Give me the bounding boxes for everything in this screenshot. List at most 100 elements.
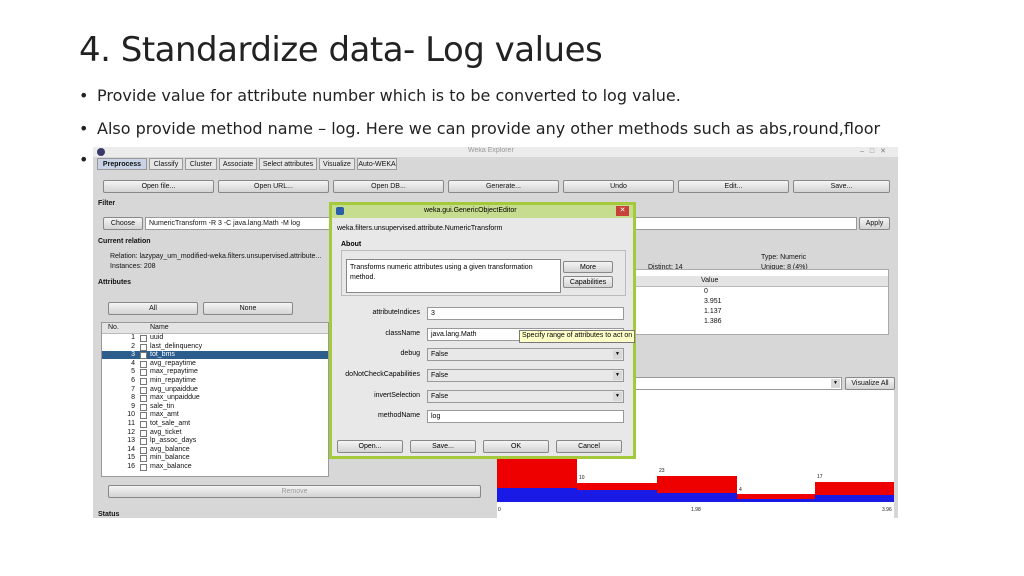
attribute-row[interactable]: 3 tot_bms xyxy=(102,351,328,360)
tab-associate[interactable]: Associate xyxy=(219,158,257,170)
attribute-row[interactable]: 5 max_repaytime xyxy=(102,368,328,377)
attribute-checkbox[interactable] xyxy=(140,412,147,420)
attribute-row[interactable]: 15 min_balance xyxy=(102,454,328,463)
about-label: About xyxy=(341,241,362,248)
dialog-save-button[interactable]: Save... xyxy=(410,440,476,453)
attribute-list[interactable]: No. Name 1 uuid 2 last_delinquency 3 tot_bms 4… xyxy=(101,322,329,477)
attribute-checkbox[interactable] xyxy=(140,395,147,403)
select-none-button[interactable]: None xyxy=(203,302,293,315)
attribute-checkbox[interactable] xyxy=(140,429,147,437)
generate-button[interactable]: Generate... xyxy=(448,180,559,193)
undo-button[interactable]: Undo xyxy=(563,180,674,193)
attribute-checkbox[interactable] xyxy=(140,352,147,360)
attribute-name: max_repaytime xyxy=(150,368,198,376)
apply-button[interactable]: Apply xyxy=(859,217,890,230)
tab-auto-weka[interactable]: Auto-WEKA xyxy=(357,158,397,170)
bullet-1: • Provide value for attribute number whic… xyxy=(79,86,681,105)
attribute-checkbox[interactable] xyxy=(140,446,147,454)
attribute-row[interactable]: 10 max_amt xyxy=(102,411,328,420)
tab-visualize[interactable]: Visualize xyxy=(319,158,355,170)
dialog-open-button[interactable]: Open... xyxy=(337,440,403,453)
status-label: Status xyxy=(98,511,120,518)
property-input[interactable]: 3 xyxy=(427,307,624,320)
property-dropdown[interactable]: False xyxy=(427,369,624,382)
capabilities-button[interactable]: Capabilities xyxy=(563,276,613,288)
attribute-checkbox[interactable] xyxy=(140,403,147,411)
attribute-name: last_delinquency xyxy=(150,342,203,350)
tab-select-attributes[interactable]: Select attributes xyxy=(259,158,317,170)
x-tick-label: 1.98 xyxy=(691,507,701,513)
attribute-checkbox[interactable] xyxy=(140,438,147,446)
attribute-checkbox[interactable] xyxy=(140,421,147,428)
save-button[interactable]: Save... xyxy=(793,180,890,193)
attribute-name: lp_assoc_days xyxy=(150,437,197,445)
open-db-button[interactable]: Open DB... xyxy=(333,180,444,193)
tab-preprocess[interactable]: Preprocess xyxy=(97,158,147,170)
attribute-number: 12 xyxy=(127,428,135,436)
property-label: invertSelection xyxy=(374,392,420,399)
remove-button[interactable]: Remove xyxy=(108,485,481,498)
select-all-button[interactable]: All xyxy=(108,302,198,315)
attribute-number: 8 xyxy=(131,394,135,402)
more-button[interactable]: More xyxy=(563,261,613,273)
attribute-number: 2 xyxy=(131,342,135,350)
open-file-button[interactable]: Open file... xyxy=(103,180,214,193)
attribute-row[interactable]: 4 avg_repaytime xyxy=(102,360,328,368)
attribute-row[interactable]: 7 avg_unpaiddue xyxy=(102,386,328,394)
choose-filter-button[interactable]: Choose xyxy=(103,217,143,230)
attribute-row[interactable]: 9 sale_tin xyxy=(102,403,328,411)
slide-title: 4. Standardize data- Log values xyxy=(79,30,603,70)
attribute-row[interactable]: 2 last_delinquency xyxy=(102,343,328,351)
tab-cluster[interactable]: Cluster xyxy=(185,158,217,170)
attribute-row[interactable]: 11 tot_sale_amt xyxy=(102,420,328,428)
open-url-button[interactable]: Open URL... xyxy=(218,180,329,193)
relation-name: Relation: lazypay_um_modified-weka.filte… xyxy=(110,253,322,260)
attribute-checkbox[interactable] xyxy=(140,378,147,385)
tab-classify[interactable]: Classify xyxy=(149,158,183,170)
attribute-checkbox[interactable] xyxy=(140,335,147,342)
attribute-row[interactable]: 14 avg_balance xyxy=(102,446,328,454)
attribute-row[interactable]: 6 min_repaytime xyxy=(102,377,328,385)
bullet-marker: • xyxy=(79,119,89,138)
property-label: doNotCheckCapabilities xyxy=(345,371,420,378)
filter-section-label: Filter xyxy=(98,200,116,207)
attribute-row[interactable]: 16 max_balance xyxy=(102,463,328,471)
property-input[interactable]: log xyxy=(427,410,624,423)
edit-button[interactable]: Edit... xyxy=(678,180,789,193)
attribute-checkbox[interactable] xyxy=(140,464,147,471)
dialog-ok-button[interactable]: OK xyxy=(483,440,549,453)
attribute-row[interactable]: 13 lp_assoc_days xyxy=(102,437,328,446)
instances-count: Instances: 208 xyxy=(110,263,156,270)
histogram-bar-blue xyxy=(815,495,894,502)
visualize-all-button[interactable]: Visualize All xyxy=(845,377,895,390)
dialog-cancel-button[interactable]: Cancel xyxy=(556,440,622,453)
attribute-checkbox[interactable] xyxy=(140,369,147,377)
histogram-bar-blue xyxy=(657,493,737,502)
attribute-number: 9 xyxy=(131,402,135,410)
attribute-row[interactable]: 8 max_unpaiddue xyxy=(102,394,328,403)
stat-value: 1.137 xyxy=(704,308,722,315)
dialog-titlebar: weka.gui.GenericObjectEditor ✕ xyxy=(332,205,633,218)
attribute-row[interactable]: 1 uuid xyxy=(102,334,328,342)
property-dropdown[interactable]: False xyxy=(427,390,624,403)
attribute-row[interactable]: 12 avg_ticket xyxy=(102,429,328,437)
attribute-number: 15 xyxy=(127,454,135,462)
bullet-2: • Also provide method name – log. Here we… xyxy=(79,119,880,138)
attribute-number: 7 xyxy=(131,385,135,393)
attribute-checkbox[interactable] xyxy=(140,360,147,368)
attribute-checkbox[interactable] xyxy=(140,455,147,463)
attribute-number: 5 xyxy=(131,368,135,376)
attribute-name: max_balance xyxy=(150,463,192,470)
window-controls[interactable]: –□✕ xyxy=(860,147,892,155)
x-tick-label: 0 xyxy=(498,507,501,513)
attribute-checkbox[interactable] xyxy=(140,343,147,351)
attribute-number: 3 xyxy=(131,351,135,359)
window-titlebar: Weka Explorer –□✕ xyxy=(93,147,898,157)
attribute-checkbox[interactable] xyxy=(140,386,147,394)
x-tick-label: 3.96 xyxy=(882,507,892,513)
attribute-indices-tooltip: Specify range of attributes to act on xyxy=(519,330,636,343)
attribute-number: 14 xyxy=(127,445,135,453)
close-icon[interactable]: ✕ xyxy=(616,206,629,216)
property-dropdown[interactable]: False xyxy=(427,348,624,361)
histogram-bar-blue xyxy=(737,499,815,502)
